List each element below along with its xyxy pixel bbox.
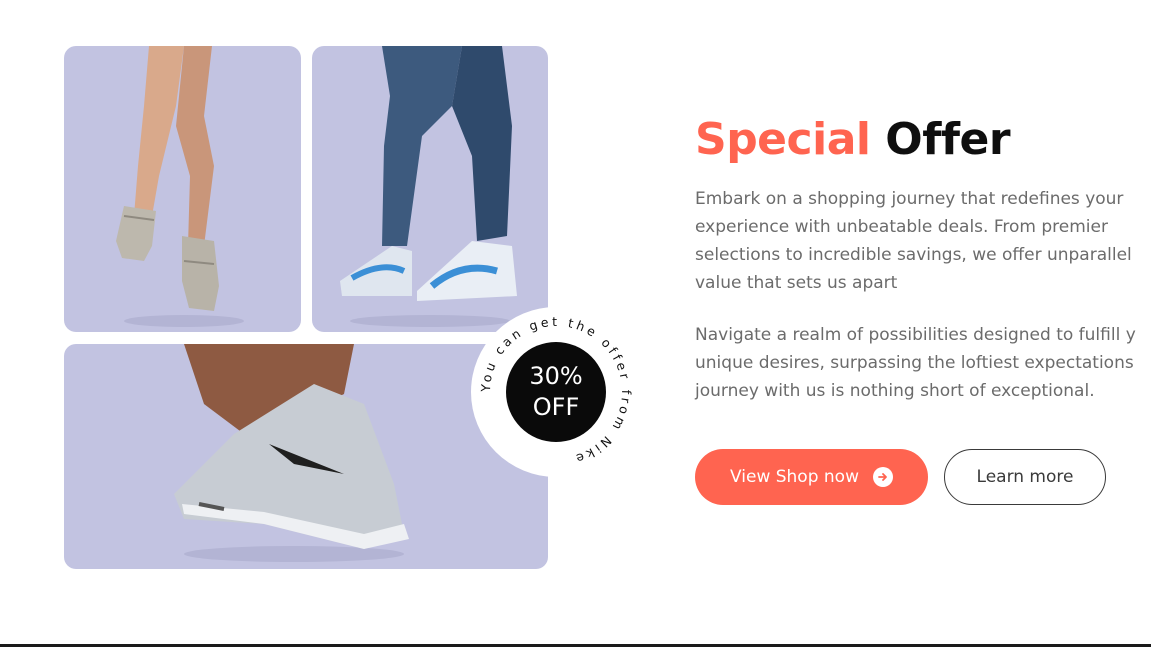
offer-title: Special Offer bbox=[695, 114, 1011, 165]
discount-percent: 30% bbox=[529, 362, 583, 390]
learn-more-label: Learn more bbox=[976, 467, 1074, 487]
learn-more-button[interactable]: Learn more bbox=[944, 449, 1106, 505]
paragraph-line: value that sets us apart bbox=[695, 273, 898, 293]
discount-off-label: OFF bbox=[532, 393, 580, 421]
jeans-sneakers-illustration bbox=[340, 46, 517, 327]
paragraph-line: selections to incredible savings, we off… bbox=[695, 245, 1132, 265]
discount-badge: You can get the offer from Nike 30% OFF bbox=[471, 307, 641, 477]
paragraph-line: Embark on a shopping journey that redefi… bbox=[695, 189, 1124, 209]
paragraph-line: experience with unbeatable deals. From p… bbox=[695, 217, 1108, 237]
paragraph-line: unique desires, surpassing the loftiest … bbox=[695, 353, 1134, 373]
legs-sneakers-illustration bbox=[116, 46, 244, 327]
offer-description-2: Navigate a realm of possibilities design… bbox=[695, 321, 1151, 405]
offer-title-rest: Offer bbox=[885, 114, 1011, 165]
discount-circle: 30% OFF bbox=[506, 342, 606, 442]
offer-title-accent: Special bbox=[695, 114, 871, 165]
offer-description-1: Embark on a shopping journey that redefi… bbox=[695, 185, 1151, 297]
arrow-right-circle-icon bbox=[873, 467, 893, 487]
view-shop-button[interactable]: View Shop now bbox=[695, 449, 928, 505]
legs-sneakers-photo bbox=[64, 46, 301, 332]
view-shop-label: View Shop now bbox=[730, 467, 859, 487]
paragraph-line: journey with us is nothing short of exce… bbox=[695, 381, 1095, 401]
paragraph-line: Navigate a realm of possibilities design… bbox=[695, 325, 1136, 345]
jeans-sneakers-photo bbox=[312, 46, 548, 332]
